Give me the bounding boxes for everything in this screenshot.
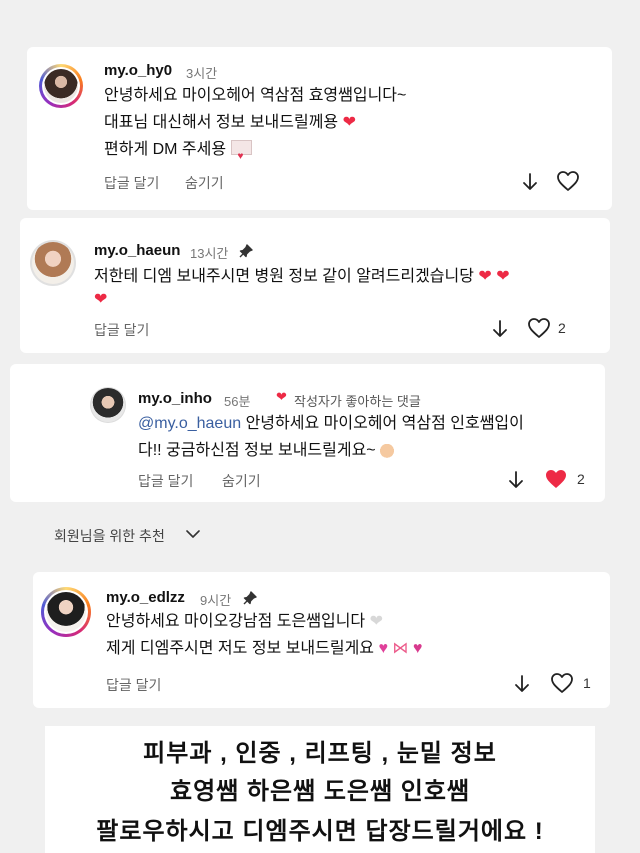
caption-line-1: 피부과 , 인중 , 리프팅 , 눈밑 정보 [143,740,497,767]
hide-button[interactable]: 숨기기 [185,173,224,193]
download-arrow-icon[interactable] [508,470,524,490]
recommend-divider[interactable]: 회원님을 위한 추천 [0,510,640,560]
caption-line-2: 효영쌤 하은쌤 도은쌤 인호쌤 [170,778,470,805]
comment-line: 제게 디엠주시면 저도 정보 보내드릴게요 ♥ ⋈ ♥ [106,640,423,657]
comment-line: 저한테 디엠 보내주시면 병원 정보 같이 알려드리겠습니당 ❤ ❤ [94,268,510,285]
comment-time: 56분 [224,394,251,409]
comment-time: 9시간 [200,593,232,608]
red-heart-emoji: ❤ ❤ [473,268,510,285]
heart-icon-liked[interactable] [544,468,568,490]
comment-username[interactable]: my.o_haeun [94,242,180,259]
avatar[interactable] [41,587,91,637]
chevron-down-icon[interactable] [186,529,200,539]
comment-line: 다!! 궁금하신점 정보 보내드릴게요~ [138,437,396,464]
comment-line: 안녕하세요 마이오헤어 역삼점 효영쌤입니다~ [104,87,407,104]
hide-button[interactable]: 숨기기 [222,471,261,491]
reply-button[interactable]: 답글 달기 [106,675,161,695]
heart-icon[interactable] [527,317,551,339]
recommend-label: 회원님을 위한 추천 [54,528,165,544]
red-heart-emoji: ❤ [338,114,356,131]
comment-line: 대표님 대신해서 정보 보내드릴께용 ❤ [104,114,356,131]
download-arrow-icon[interactable] [492,319,508,339]
heart-icon[interactable] [556,170,580,192]
reply-button[interactable]: 답글 달기 [104,173,159,193]
avatar[interactable] [30,240,76,286]
heart-icon[interactable] [550,672,574,694]
comment-line: 편하게 DM 주세용 ♥ [104,136,252,163]
reply-button[interactable]: 답글 달기 [94,320,149,340]
heart-icon: ❤ [276,389,287,404]
avatar[interactable] [90,387,126,423]
like-count: 2 [577,471,585,487]
ribbon-emoji: ⋈ [392,640,413,657]
pin-icon [239,244,253,258]
comment-line: @my.o_haeun 안녕하세요 마이오헤어 역삼점 인호쌤입이 [138,415,524,432]
comment-time: 3시간 [186,66,218,81]
download-arrow-icon[interactable] [522,172,538,192]
mention-link[interactable]: @my.o_haeun [138,415,241,432]
like-count: 2 [558,320,566,336]
comment-username[interactable]: my.o_hy0 [104,62,172,79]
pink-hearts-emoji: ♥ [374,640,393,657]
like-count: 1 [583,675,591,691]
avatar[interactable] [39,64,83,108]
download-arrow-icon[interactable] [514,674,530,694]
pin-icon [243,591,257,605]
caption-line-3: 팔로우하시고 디엠주시면 답장드릴거에요 ! [96,818,544,845]
comment-username[interactable]: my.o_inho [138,390,212,407]
comment-username[interactable]: my.o_edlzz [106,589,185,606]
white-heart-emoji: ❤ [365,613,383,630]
sparkling-heart-emoji: ♥ [412,640,423,657]
red-heart-emoji: ❤ [94,291,108,308]
reply-button[interactable]: 답글 달기 [138,471,193,491]
love-letter-emoji: ♥ [230,140,252,162]
comment-card-4: my.o_edlzz 9시간 안녕하세요 마이오강남점 도은쌤입니다 ❤ 제게 … [33,572,610,708]
comment-line: 안녕하세요 마이오강남점 도은쌤입니다 ❤ [106,613,383,630]
comment-card-3: my.o_inho 56분 ❤ 작성자가 좋아하는 댓글 @my.o_haeun… [10,364,605,502]
creator-liked-label: 작성자가 좋아하는 댓글 [294,394,421,409]
comment-card-1: my.o_hy0 3시간 안녕하세요 마이오헤어 역삼점 효영쌤입니다~ 대표님… [27,47,612,210]
comment-card-2: my.o_haeun 13시간 저한테 디엠 보내주시면 병원 정보 같이 알려… [20,218,610,353]
comment-time: 13시간 [190,246,229,261]
hamster-emoji [377,442,396,458]
